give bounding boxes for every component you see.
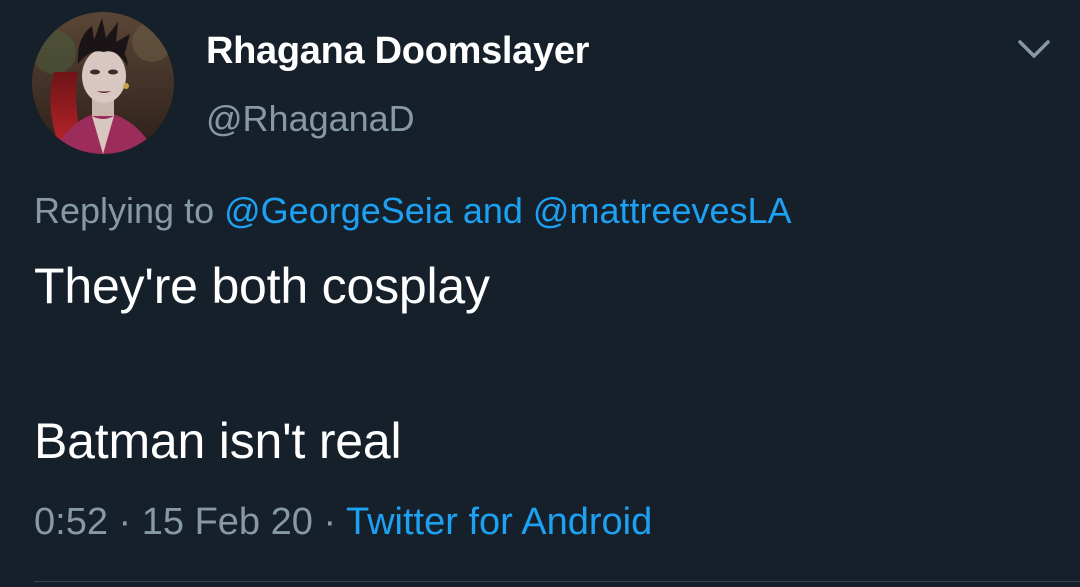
chevron-down-icon[interactable] [1014, 34, 1054, 64]
tweet-detail: Rhagana Doomslayer @RhaganaD Replying to… [0, 0, 1080, 587]
meta-separator: · [118, 501, 132, 543]
tweet-text-line-2: Batman isn't real [34, 413, 402, 469]
user-handle[interactable]: @RhaganaD [206, 98, 415, 140]
avatar-portrait-image [32, 12, 174, 154]
replying-and-text: and [462, 190, 523, 231]
tweet-source-link[interactable]: Twitter for Android [346, 501, 652, 543]
replying-to-label: Replying to [34, 190, 215, 231]
mention-link-georgeseia[interactable]: @GeorgeSeia [224, 190, 453, 231]
meta-separator: · [323, 501, 337, 543]
tweet-date[interactable]: 15 Feb 20 [142, 501, 313, 543]
avatar[interactable] [32, 12, 174, 154]
divider [34, 581, 1080, 582]
tweet-time[interactable]: 0:52 [34, 501, 108, 543]
display-name[interactable]: Rhagana Doomslayer [206, 30, 589, 73]
tweet-text-line-1: They're both cosplay [34, 258, 490, 314]
tweet-metadata: 0:52 · 15 Feb 20 · Twitter for Android [34, 501, 652, 544]
replying-to-line: Replying to @GeorgeSeia and @mattreevesL… [34, 190, 792, 232]
mention-link-mattreevesla[interactable]: @mattreevesLA [533, 190, 792, 231]
